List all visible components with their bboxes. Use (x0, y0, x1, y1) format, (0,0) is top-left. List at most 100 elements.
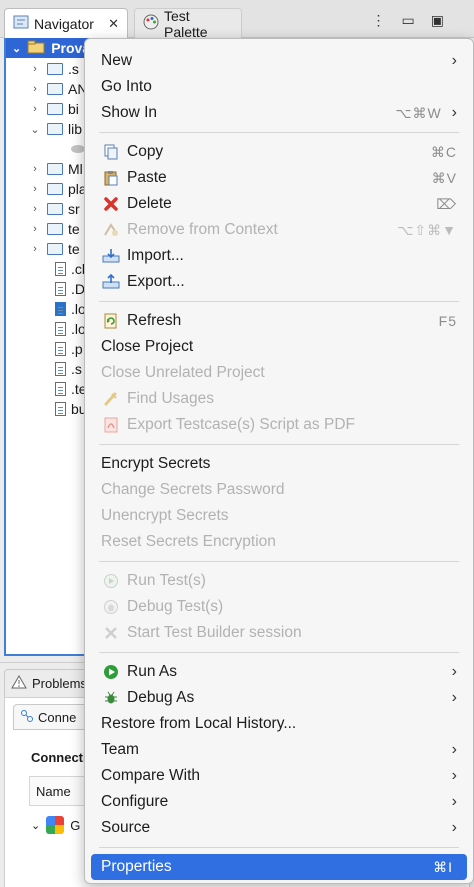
chevron-right-icon[interactable]: › (28, 203, 42, 215)
menu-item-find-usages: Find Usages (85, 386, 473, 412)
shortcut-label: ⌘I (433, 858, 453, 875)
test-builder-icon (101, 623, 121, 643)
menu-item-new[interactable]: New › (85, 48, 473, 74)
chevron-down-icon[interactable]: ⌄ (12, 42, 21, 55)
tree-item[interactable]: › te (28, 219, 80, 239)
menu-item-label: Close Unrelated Project (101, 364, 265, 381)
chevron-right-icon: › (451, 104, 457, 121)
import-icon (101, 246, 121, 266)
menu-item-debug-as[interactable]: Debug As › (85, 685, 473, 711)
menu-item-properties[interactable]: Properties ⌘I (91, 854, 467, 880)
file-icon (55, 322, 66, 336)
folder-icon (47, 243, 63, 255)
menu-separator (99, 847, 459, 848)
tree-item[interactable]: › bi (28, 99, 79, 119)
menu-item-source[interactable]: Source › (85, 815, 473, 841)
file-icon (55, 282, 66, 296)
tab-test-palette[interactable]: Test Palette (134, 8, 242, 40)
close-icon[interactable]: ✕ (108, 16, 119, 32)
menu-item-paste[interactable]: Paste ⌘V (85, 165, 473, 191)
tree-item[interactable]: › te (28, 239, 80, 259)
google-icon (46, 816, 65, 834)
tree-item[interactable]: .p (50, 339, 83, 359)
menu-separator (99, 132, 459, 133)
tab-navigator[interactable]: Navigator ✕ (4, 8, 128, 38)
tree-item[interactable]: › Ml (28, 159, 83, 179)
menu-item-label: Source (101, 819, 151, 836)
menu-item-unencrypt-secrets: Unencrypt Secrets (85, 503, 473, 529)
menu-item-team[interactable]: Team › (85, 737, 473, 763)
chevron-right-icon[interactable]: › (28, 83, 42, 95)
chevron-right-icon: › (451, 767, 457, 784)
tree-item-label: .s (71, 361, 82, 377)
chevron-right-icon[interactable]: › (28, 243, 42, 255)
tree-item[interactable]: .cl (50, 259, 85, 279)
minimize-icon[interactable]: ▭ (402, 12, 415, 29)
chevron-right-icon[interactable]: › (28, 103, 42, 115)
tab-navigator-label: Navigator (34, 15, 94, 32)
menu-item-label: Encrypt Secrets (101, 455, 211, 472)
file-icon (55, 362, 66, 376)
menu-separator (99, 652, 459, 653)
menu-item-start-test-builder: Start Test Builder session (85, 620, 473, 646)
folder-icon (47, 103, 63, 115)
menu-item-label: Paste (127, 169, 167, 186)
menu-item-go-into[interactable]: Go Into (85, 74, 473, 100)
maximize-icon[interactable]: ▣ (431, 12, 444, 29)
tree-item[interactable]: .lo (50, 299, 86, 319)
tree-item[interactable]: bu (50, 399, 87, 419)
menu-item-label: Reset Secrets Encryption (101, 533, 276, 550)
chevron-right-icon[interactable]: › (28, 223, 42, 235)
tree-item[interactable]: › .s (28, 59, 79, 79)
view-menu-icon[interactable]: ⋮ (372, 12, 386, 29)
tab-problems-label: Problems (32, 676, 87, 691)
menu-item-refresh[interactable]: Refresh F5 (85, 308, 473, 334)
menu-item-label: New (101, 52, 133, 69)
menu-item-label: Team (101, 741, 139, 758)
debug-as-icon (101, 688, 121, 708)
chevron-down-icon[interactable]: ⌄ (31, 819, 40, 832)
chevron-right-icon[interactable]: › (28, 183, 42, 195)
menu-item-delete[interactable]: Delete ⌦ (85, 191, 473, 217)
tree-item-label: .s (68, 61, 79, 77)
chevron-right-icon[interactable]: › (28, 63, 42, 75)
menu-item-encrypt-secrets[interactable]: Encrypt Secrets (85, 451, 473, 477)
menu-item-show-in[interactable]: Show In ⌥⌘W › (85, 100, 473, 126)
menu-item-restore-local-history[interactable]: Restore from Local History... (85, 711, 473, 737)
menu-item-label: Remove from Context (127, 221, 278, 238)
connection-row[interactable]: ⌄ G (31, 816, 80, 834)
connections-heading: Connecti (31, 750, 87, 765)
tree-item[interactable]: ⌄ lib (28, 119, 82, 139)
menu-item-import[interactable]: Import... (85, 243, 473, 269)
chevron-right-icon[interactable]: › (28, 163, 42, 175)
chevron-right-icon: › (451, 52, 457, 69)
tree-item[interactable]: › AN (28, 79, 87, 99)
menu-item-run-tests: Run Test(s) (85, 568, 473, 594)
menu-item-configure[interactable]: Configure › (85, 789, 473, 815)
menu-item-compare-with[interactable]: Compare With › (85, 763, 473, 789)
menu-item-label: Close Project (101, 338, 194, 355)
tree-item[interactable]: .te (50, 379, 87, 399)
shortcut-label: F5 (438, 313, 457, 329)
tree-item-label: Ml (68, 161, 83, 177)
connection-icon (20, 709, 34, 726)
menu-item-copy[interactable]: Copy ⌘C (85, 139, 473, 165)
delete-icon (101, 194, 121, 214)
menu-item-remove-from-context: Remove from Context ⌥⇧⌘▼ (85, 217, 473, 243)
file-icon (55, 342, 66, 356)
export-icon (101, 272, 121, 292)
chevron-down-icon[interactable]: ⌄ (28, 123, 42, 136)
tree-item[interactable]: › sr (28, 199, 80, 219)
menu-item-export[interactable]: Export... (85, 269, 473, 295)
menu-separator (99, 301, 459, 302)
tab-connections-label: Conne (38, 709, 77, 725)
tree-item[interactable]: › pla (28, 179, 87, 199)
context-menu: New › Go Into Show In ⌥⌘W › Copy ⌘C Past… (84, 38, 474, 884)
menu-item-label: Import... (127, 247, 184, 264)
menu-item-run-as[interactable]: Run As › (85, 659, 473, 685)
tree-item[interactable]: .D (50, 279, 85, 299)
menu-item-close-project[interactable]: Close Project (85, 334, 473, 360)
tree-item[interactable]: .s (50, 359, 82, 379)
menu-item-label: Go Into (101, 78, 152, 95)
tree-item[interactable]: .lo (50, 319, 86, 339)
